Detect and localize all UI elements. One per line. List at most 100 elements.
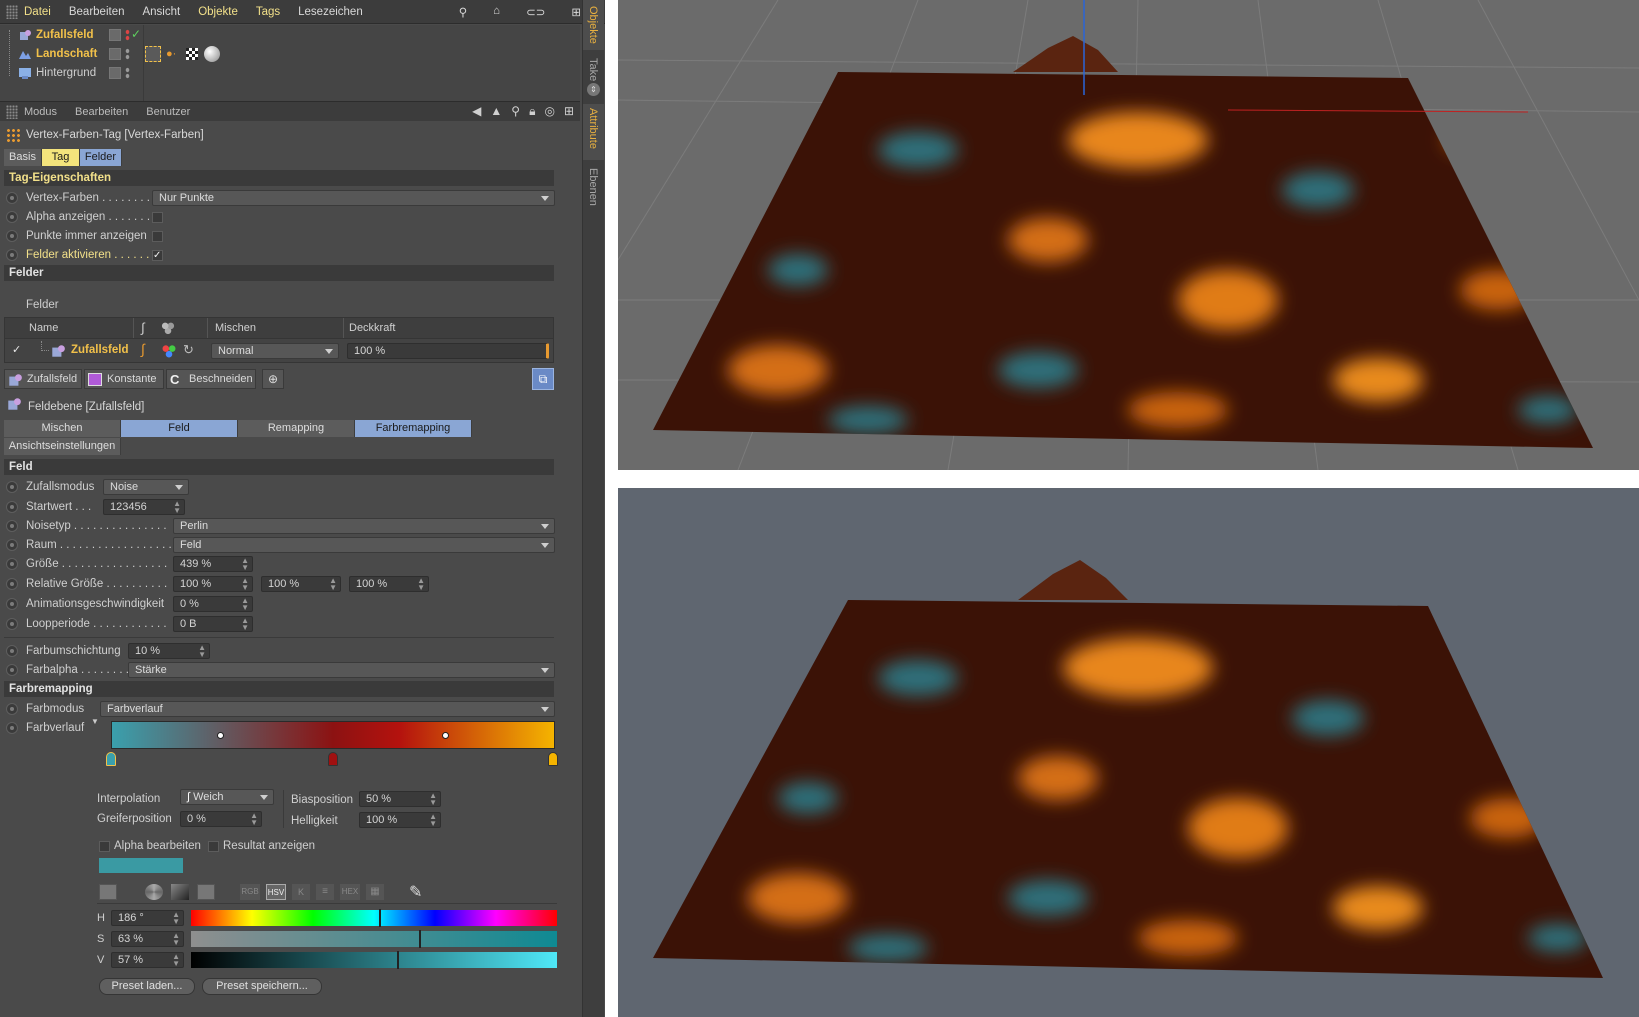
tab-remapping[interactable]: Remapping [238,420,355,437]
menu-datei[interactable]: Datei [24,6,51,18]
menu-benutzer[interactable]: Benutzer [146,106,190,118]
menu-tags[interactable]: Tags [256,6,280,18]
search-icon[interactable]: ⚲ [511,104,520,119]
menu-objekte[interactable]: Objekte [198,6,238,18]
animate-radio[interactable] [6,249,18,261]
tab-farbremapping[interactable]: Farbremapping [355,420,472,437]
col-name[interactable]: Name [29,322,58,334]
tab-mischen[interactable]: Mischen [4,420,121,437]
field-tag-icon[interactable]: ●· [166,48,176,60]
up-arrow-icon[interactable]: ▲ [490,104,502,119]
stepper-icon[interactable]: ▲ ▼ [241,617,249,631]
back-arrow-icon[interactable]: ◀ [472,104,481,119]
curve-icon[interactable]: ∫ [141,341,145,357]
scroll-arrows-icon[interactable]: ⇕ [587,83,600,96]
loopperiode-field[interactable]: 0 B ▲ ▼ [173,616,253,632]
slider-handle[interactable] [379,909,381,927]
viewport-editor[interactable] [618,0,1639,470]
stepper-icon[interactable]: ▲ ▼ [429,813,437,827]
bias-handle[interactable] [442,732,449,739]
animate-radio[interactable] [6,598,18,610]
alpha-bearbeiten-checkbox[interactable] [99,841,110,852]
greiferposition-field[interactable]: 0 % ▲ ▼ [180,811,262,827]
menu-lesezeichen[interactable]: Lesezeichen [298,6,363,18]
tab-attribute[interactable]: Attribute [587,108,599,149]
tab-take[interactable]: Take [587,58,599,81]
vertex-farben-dropdown[interactable]: Nur Punkte [152,190,555,206]
home-icon[interactable]: ⌂ [493,5,500,19]
preset-speichern-button[interactable]: Preset speichern... [202,978,322,995]
menu-modus[interactable]: Modus [24,106,57,118]
value-slider[interactable] [191,951,557,969]
biasposition-field[interactable]: 50 % ▲ ▼ [359,791,441,807]
stepper-icon[interactable]: ▲ ▼ [172,932,180,946]
refresh-icon[interactable]: ↻ [183,342,194,358]
farbumschichtung-field[interactable]: 10 % ▲ ▼ [128,643,210,659]
tab-felder[interactable]: Felder [80,149,122,166]
spectrum-mode-icon[interactable] [145,884,163,900]
gradient-knot[interactable] [548,752,558,766]
startwert-field[interactable]: 123456 ▲ ▼ [103,499,185,515]
render-dots[interactable] [125,48,130,60]
gradient-knot[interactable] [106,752,116,766]
object-name[interactable]: Hintergrund [36,67,96,79]
preset-laden-button[interactable]: Preset laden... [99,978,195,995]
raum-dropdown[interactable]: Feld [173,537,555,553]
tab-feld[interactable]: Feld [121,420,238,437]
vertex-tag-icon[interactable] [145,46,161,62]
menu-bearbeiten[interactable]: Bearbeiten [69,6,125,18]
mischen-dropdown[interactable]: Normal [211,343,339,359]
gradient-mode-icon[interactable] [171,884,189,900]
punkte-immer-checkbox[interactable] [152,231,163,242]
stepper-icon[interactable]: ▲ ▼ [172,911,180,925]
animate-radio[interactable] [6,645,18,657]
grip-icon[interactable] [6,4,18,19]
animate-radio[interactable] [6,501,18,513]
expand-arrow-icon[interactable]: ▼ [91,717,99,726]
animate-radio[interactable] [6,539,18,551]
grip-icon[interactable] [6,104,18,119]
col-mischen[interactable]: Mischen [215,322,256,334]
animate-radio[interactable] [6,618,18,630]
animate-radio[interactable] [6,578,18,590]
tab-ansichtseinstellungen[interactable]: Ansichtseinstellungen [4,438,121,455]
visibility-check[interactable] [109,67,121,79]
resultat-anzeigen-checkbox[interactable] [208,841,219,852]
hue-slider[interactable] [191,909,557,927]
animate-radio[interactable] [6,211,18,223]
new-window-icon[interactable]: ⊞ [564,104,574,119]
groesse-field[interactable]: 439 % ▲ ▼ [173,556,253,572]
link-icon[interactable]: ⊂⊃ [526,5,545,19]
animate-radio[interactable] [6,230,18,242]
enabled-check-icon[interactable]: ✓ [131,27,141,41]
animate-radio[interactable] [6,558,18,570]
swatches-mode-icon[interactable]: ▦ [366,884,384,900]
stepper-icon[interactable]: ▲ ▼ [198,644,206,658]
h-field[interactable]: 186 ° ▲ ▼ [111,910,184,926]
eyedropper-icon[interactable]: ✎ [409,882,422,902]
stepper-icon[interactable]: ▲ ▼ [241,557,249,571]
tab-basis[interactable]: Basis [4,149,42,166]
menu-ansicht[interactable]: Ansicht [142,6,180,18]
lock-icon[interactable]: 🔒︎ [529,104,535,119]
tab-tag[interactable]: Tag [42,149,80,166]
stepper-icon[interactable]: ▲ ▼ [172,953,180,967]
animate-radio[interactable] [6,664,18,676]
target-icon[interactable]: ◎ [544,104,554,119]
s-field[interactable]: 63 % ▲ ▼ [111,931,184,947]
layer-list-icon[interactable]: ⧉ [532,368,554,390]
noisetyp-dropdown[interactable]: Perlin [173,518,555,534]
stepper-icon[interactable]: ▲ ▼ [173,500,181,514]
material-tag-icon[interactable] [204,46,220,62]
add-zufallsfeld-button[interactable]: Zufallsfeld [4,369,82,389]
tab-objekte[interactable]: Objekte [587,6,599,44]
object-row-landschaft[interactable]: Landschaft ●· [0,44,580,64]
render-dots[interactable] [125,67,130,79]
stepper-icon[interactable]: ▲ ▼ [417,577,425,591]
deckkraft-field[interactable]: 100 % [347,343,549,359]
kelvin-mode-icon[interactable]: K [292,884,310,900]
color-swatch[interactable] [99,858,183,873]
slider-handle[interactable] [419,930,421,948]
alpha-anzeigen-checkbox[interactable] [152,212,163,223]
stepper-icon[interactable]: ▲ ▼ [250,812,258,826]
